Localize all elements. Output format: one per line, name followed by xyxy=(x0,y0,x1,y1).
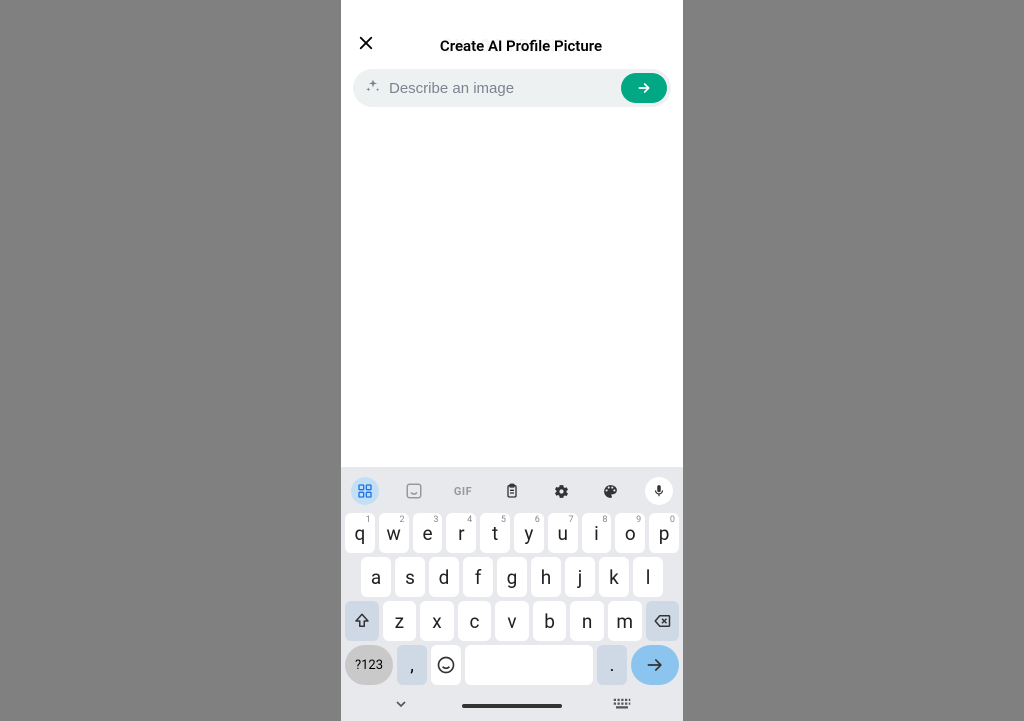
key-g[interactable]: g xyxy=(497,557,527,597)
system-nav-bar xyxy=(341,691,683,721)
key-c[interactable]: c xyxy=(458,601,492,641)
prompt-input[interactable] xyxy=(389,80,613,97)
emoji-icon xyxy=(436,655,456,675)
header: CHAOSTRINFO Create AI Profile Picture xyxy=(341,0,683,67)
key-u[interactable]: u7 xyxy=(548,513,578,553)
chevron-down-icon xyxy=(393,696,409,712)
prompt-input-container xyxy=(353,69,671,107)
mic-icon[interactable] xyxy=(645,477,673,505)
key-y[interactable]: y6 xyxy=(514,513,544,553)
keyboard-icon xyxy=(613,698,631,710)
key-j[interactable]: j xyxy=(565,557,595,597)
key-k[interactable]: k xyxy=(599,557,629,597)
key-t[interactable]: t5 xyxy=(480,513,510,553)
key-a[interactable]: a xyxy=(361,557,391,597)
key-i[interactable]: i8 xyxy=(582,513,612,553)
shift-icon xyxy=(353,612,371,630)
key-b[interactable]: b xyxy=(533,601,567,641)
sparkle-icon xyxy=(365,78,381,98)
comma-key[interactable]: , xyxy=(397,645,427,685)
backspace-icon xyxy=(651,612,673,630)
key-o[interactable]: o9 xyxy=(615,513,645,553)
space-key[interactable] xyxy=(465,645,593,685)
key-q[interactable]: q1 xyxy=(345,513,375,553)
key-x[interactable]: x xyxy=(420,601,454,641)
home-handle[interactable] xyxy=(462,704,562,708)
key-z[interactable]: z xyxy=(383,601,417,641)
submit-button[interactable] xyxy=(621,73,667,103)
soft-keyboard: GIF q1w2e3r4t5y6u7i8o9p0 asdfghjkl zxcvb… xyxy=(341,467,683,721)
key-l[interactable]: l xyxy=(633,557,663,597)
key-d[interactable]: d xyxy=(429,557,459,597)
keyboard-switch-button[interactable] xyxy=(613,698,631,714)
close-button[interactable] xyxy=(355,34,377,57)
key-s[interactable]: s xyxy=(395,557,425,597)
clipboard-icon[interactable] xyxy=(498,477,526,505)
keyboard-toolbar: GIF xyxy=(341,473,683,511)
enter-key[interactable] xyxy=(631,645,679,685)
period-key[interactable]: . xyxy=(597,645,627,685)
page-title: Create AI Profile Picture xyxy=(395,37,647,55)
key-h[interactable]: h xyxy=(531,557,561,597)
sticker-icon[interactable] xyxy=(400,477,428,505)
keyboard-row-1: q1w2e3r4t5y6u7i8o9p0 xyxy=(341,511,683,555)
arrow-right-icon xyxy=(636,80,652,96)
key-n[interactable]: n xyxy=(570,601,604,641)
key-v[interactable]: v xyxy=(495,601,529,641)
key-e[interactable]: e3 xyxy=(413,513,443,553)
close-icon xyxy=(357,34,375,52)
key-w[interactable]: w2 xyxy=(379,513,409,553)
palette-icon[interactable] xyxy=(596,477,624,505)
backspace-key[interactable] xyxy=(646,601,680,641)
keyboard-row-bottom: ?123 , . xyxy=(341,643,683,691)
symbols-key[interactable]: ?123 xyxy=(345,645,393,685)
gif-button[interactable]: GIF xyxy=(449,477,477,505)
phone-frame: CHAOSTRINFO Create AI Profile Picture GI… xyxy=(341,0,683,721)
key-f[interactable]: f xyxy=(463,557,493,597)
keyboard-row-2: asdfghjkl xyxy=(341,555,683,599)
emoji-key[interactable] xyxy=(431,645,461,685)
arrow-right-icon xyxy=(645,655,665,675)
key-r[interactable]: r4 xyxy=(446,513,476,553)
keyboard-apps-icon[interactable] xyxy=(351,477,379,505)
content-area xyxy=(341,107,683,467)
collapse-keyboard-button[interactable] xyxy=(393,696,409,716)
key-p[interactable]: p0 xyxy=(649,513,679,553)
key-m[interactable]: m xyxy=(608,601,642,641)
shift-key[interactable] xyxy=(345,601,379,641)
settings-icon[interactable] xyxy=(547,477,575,505)
keyboard-row-3: zxcvbnm xyxy=(341,599,683,643)
